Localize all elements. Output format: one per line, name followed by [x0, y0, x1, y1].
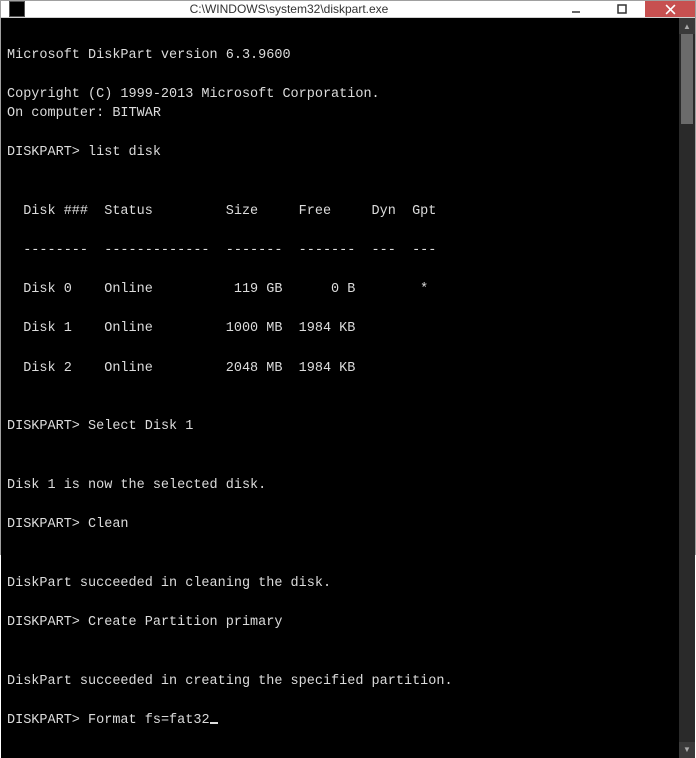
terminal-output[interactable]: Microsoft DiskPart version 6.3.9600 Copy…: [1, 18, 679, 758]
cursor-icon: [210, 722, 218, 724]
disk-table-header: Disk ### Status Size Free Dyn Gpt: [7, 202, 673, 222]
result-message: DiskPart succeeded in creating the speci…: [7, 674, 453, 689]
window-title: C:\WINDOWS\system32\diskpart.exe: [25, 2, 553, 16]
prompt: DISKPART>: [7, 517, 80, 532]
disk-table-divider: -------- ------------- ------- ------- -…: [7, 241, 673, 261]
prompt-row: DISKPART> Create Partition primary: [7, 613, 673, 633]
command-input: list disk: [88, 145, 161, 160]
disk-table-row: Disk 1 Online 1000 MB 1984 KB: [7, 319, 673, 339]
command-input: Create Partition primary: [88, 615, 282, 630]
scroll-down-button[interactable]: ▼: [679, 742, 695, 758]
scroll-up-button[interactable]: ▲: [679, 18, 695, 34]
prompt-row: DISKPART> Clean: [7, 515, 673, 535]
result-message: DiskPart succeeded in cleaning the disk.: [7, 576, 331, 591]
terminal-area: Microsoft DiskPart version 6.3.9600 Copy…: [1, 18, 695, 758]
command-input: Format fs=fat32: [88, 713, 210, 728]
prompt: DISKPART>: [7, 145, 80, 160]
command-input: Select Disk 1: [88, 419, 193, 434]
titlebar[interactable]: C:\WINDOWS\system32\diskpart.exe: [1, 1, 695, 18]
prompt-row: DISKPART> list disk: [7, 143, 673, 163]
prompt: DISKPART>: [7, 419, 80, 434]
header-line: Microsoft DiskPart version 6.3.9600: [7, 48, 291, 63]
prompt: DISKPART>: [7, 615, 80, 630]
disk-table-row: Disk 0 Online 119 GB 0 B *: [7, 280, 673, 300]
scroll-thumb[interactable]: [681, 34, 693, 124]
result-message: Disk 1 is now the selected disk.: [7, 478, 266, 493]
app-icon: [9, 1, 25, 17]
minimize-button[interactable]: [553, 1, 599, 17]
maximize-button[interactable]: [599, 1, 645, 17]
copyright-line: Copyright (C) 1999-2013 Microsoft Corpor…: [7, 87, 380, 102]
prompt: DISKPART>: [7, 713, 80, 728]
prompt-row: DISKPART> Select Disk 1: [7, 417, 673, 437]
window-controls: [553, 1, 695, 17]
close-button[interactable]: [645, 1, 695, 17]
prompt-row: DISKPART> Format fs=fat32: [7, 711, 673, 731]
command-input: Clean: [88, 517, 129, 532]
computer-line: On computer: BITWAR: [7, 106, 161, 121]
diskpart-window: C:\WINDOWS\system32\diskpart.exe Microso…: [0, 0, 696, 555]
disk-table-row: Disk 2 Online 2048 MB 1984 KB: [7, 359, 673, 379]
scrollbar[interactable]: ▲ ▼: [679, 18, 695, 758]
